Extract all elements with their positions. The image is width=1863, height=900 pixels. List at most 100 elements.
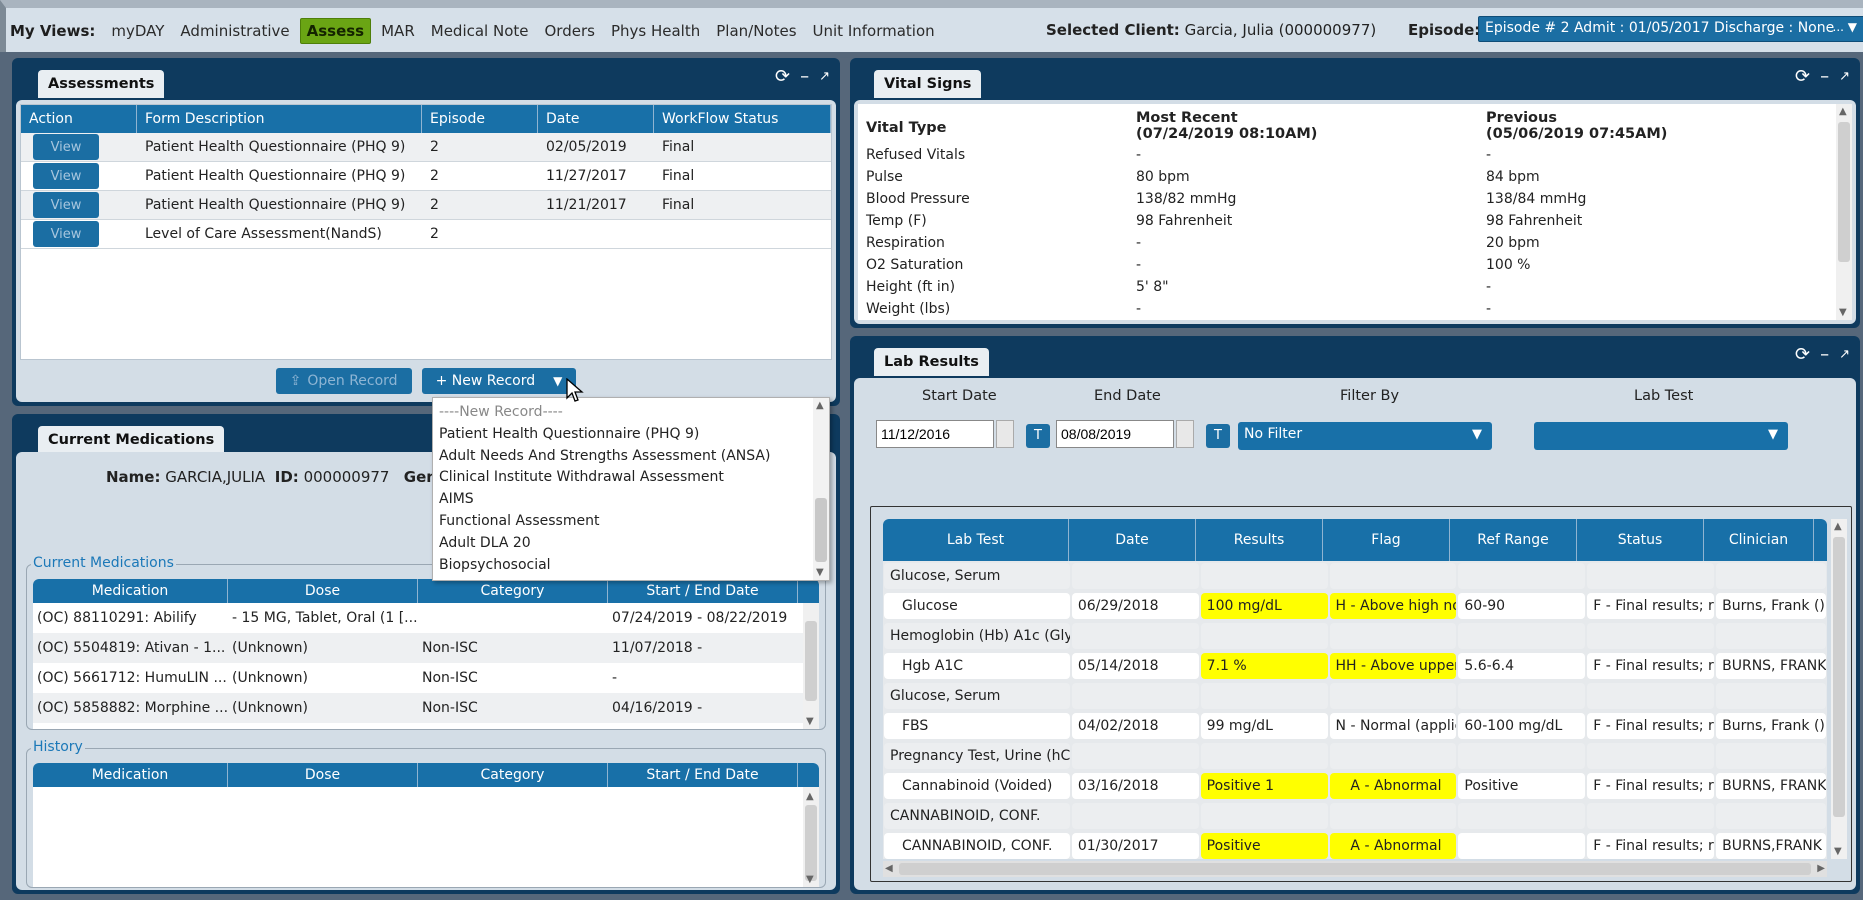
- scroll-down-icon[interactable]: ▼: [816, 567, 824, 578]
- col-start-end-date[interactable]: Start / End Date: [608, 579, 798, 603]
- nav-plan-notes[interactable]: Plan/Notes: [710, 19, 802, 43]
- vital-signs-tab[interactable]: Vital Signs: [874, 70, 982, 98]
- menu-item-placeholder[interactable]: ----New Record----: [433, 402, 829, 424]
- menu-item-biopsychosocial[interactable]: Biopsychosocial: [433, 555, 829, 577]
- menu-item-functional-assessment[interactable]: Functional Assessment: [433, 511, 829, 533]
- col-episode[interactable]: Episode: [422, 105, 538, 133]
- lab-results-hscroll[interactable]: ◀ ▶: [883, 861, 1827, 877]
- table-row[interactable]: View Patient Health Questionnaire (PHQ 9…: [21, 133, 831, 162]
- nav-orders[interactable]: Orders: [539, 19, 601, 43]
- new-record-button[interactable]: + New Record ▼: [421, 368, 577, 394]
- nav-medical-note[interactable]: Medical Note: [425, 19, 535, 43]
- nav-unit-information[interactable]: Unit Information: [807, 19, 941, 43]
- start-date-input[interactable]: [876, 420, 994, 448]
- history-scrollbar[interactable]: ▲ ▼: [803, 787, 819, 887]
- lab-group-row[interactable]: Hemoglobin (Hb) A1c (Glyc: [883, 621, 1827, 651]
- col-lab-test[interactable]: Lab Test: [883, 519, 1069, 561]
- medications-scrollbar[interactable]: ▼: [803, 603, 819, 729]
- view-button[interactable]: View: [33, 221, 99, 247]
- chevron-down-icon[interactable]: ▼: [553, 374, 562, 388]
- table-row[interactable]: (OC) 88110291: Abilify - 15 MG, Tablet, …: [33, 603, 819, 633]
- scroll-thumb[interactable]: [1833, 537, 1845, 817]
- col-medication[interactable]: Medication: [33, 763, 228, 787]
- lab-group-row[interactable]: Glucose, Serum: [883, 561, 1827, 591]
- col-date[interactable]: Date: [538, 105, 654, 133]
- calendar-icon[interactable]: [996, 420, 1014, 448]
- filter-by-select[interactable]: No Filter ▼: [1238, 422, 1492, 450]
- minimize-icon[interactable]: –: [800, 66, 809, 87]
- scroll-thumb[interactable]: [805, 621, 817, 701]
- minimize-icon[interactable]: –: [1820, 66, 1829, 87]
- lab-group-row[interactable]: Glucose, Serum: [883, 681, 1827, 711]
- lab-results-tab[interactable]: Lab Results: [874, 348, 989, 376]
- table-row[interactable]: View Level of Care Assessment(NandS) 2: [21, 220, 831, 249]
- current-medications-tab[interactable]: Current Medications: [38, 426, 225, 454]
- col-flag[interactable]: Flag: [1323, 519, 1450, 561]
- lab-result-row[interactable]: FBS 04/02/2018 99 mg/dL N - Normal (applie 6…: [883, 711, 1827, 741]
- view-button[interactable]: View: [33, 192, 99, 218]
- minimize-icon[interactable]: –: [1820, 344, 1829, 365]
- table-row[interactable]: (OC) 5858882: Morphine ... (Unknown) Non…: [33, 693, 819, 723]
- scroll-up-icon[interactable]: ▲: [1839, 106, 1847, 117]
- end-today-button[interactable]: T: [1206, 424, 1230, 448]
- col-date[interactable]: Date: [1069, 519, 1196, 561]
- col-category[interactable]: Category: [418, 579, 608, 603]
- col-form-description[interactable]: Form Description: [137, 105, 422, 133]
- open-record-button[interactable]: ⇪ Open Record: [275, 368, 412, 394]
- scroll-thumb[interactable]: [899, 863, 1811, 875]
- col-start-end-date[interactable]: Start / End Date: [608, 763, 798, 787]
- menu-item-aims[interactable]: AIMS: [433, 489, 829, 511]
- nav-mar[interactable]: MAR: [375, 19, 421, 43]
- assessments-tab[interactable]: Assessments: [38, 70, 165, 98]
- vitals-scrollbar[interactable]: ▲ ▼: [1836, 104, 1852, 320]
- nav-phys-health[interactable]: Phys Health: [605, 19, 706, 43]
- menu-item-ansa[interactable]: Adult Needs And Strengths Assessment (AN…: [433, 446, 829, 468]
- scroll-thumb[interactable]: [1838, 122, 1850, 262]
- lab-result-row[interactable]: Glucose 06/29/2018 100 mg/dL H - Above high…: [883, 591, 1827, 621]
- col-results[interactable]: Results: [1196, 519, 1323, 561]
- table-row[interactable]: View Patient Health Questionnaire (PHQ 9…: [21, 191, 831, 220]
- col-status[interactable]: Status: [1577, 519, 1704, 561]
- col-dose[interactable]: Dose: [228, 763, 418, 787]
- col-medication[interactable]: Medication: [33, 579, 228, 603]
- lab-test-select[interactable]: ▼: [1534, 422, 1788, 450]
- table-row[interactable]: View Patient Health Questionnaire (PHQ 9…: [21, 162, 831, 191]
- col-clinician[interactable]: Clinician: [1704, 519, 1814, 561]
- lab-result-row[interactable]: Cannabinoid (Voided) 03/16/2018 Positive 1…: [883, 771, 1827, 801]
- scroll-left-icon[interactable]: ◀: [885, 863, 893, 874]
- table-row[interactable]: (OC) 5504819: Ativan - 1... (Unknown) No…: [33, 633, 819, 663]
- col-category[interactable]: Category: [418, 763, 608, 787]
- menu-item-adult-dla-20[interactable]: Adult DLA 20: [433, 533, 829, 555]
- lab-group-row[interactable]: CANNABINOID, CONF.: [883, 801, 1827, 831]
- scroll-thumb[interactable]: [815, 498, 827, 562]
- menu-item-phq9[interactable]: Patient Health Questionnaire (PHQ 9): [433, 424, 829, 446]
- scroll-right-icon[interactable]: ▶: [1817, 863, 1825, 874]
- start-today-button[interactable]: T: [1026, 424, 1050, 448]
- col-ref-range[interactable]: Ref Range: [1450, 519, 1577, 561]
- episode-select[interactable]: Episode # 2 Admit : 01/05/2017 Discharge…: [1478, 16, 1863, 42]
- menu-item-ciwa[interactable]: Clinical Institute Withdrawal Assessment: [433, 467, 829, 489]
- scroll-down-icon[interactable]: ▼: [1834, 846, 1842, 857]
- lab-result-row[interactable]: CANNABINOID, CONF. 01/30/2017 Positive A - …: [883, 831, 1827, 859]
- scroll-down-icon[interactable]: ▼: [806, 874, 814, 885]
- scroll-down-icon[interactable]: ▼: [1839, 307, 1847, 318]
- scroll-up-icon[interactable]: ▲: [816, 400, 824, 411]
- scroll-up-icon[interactable]: ▲: [806, 791, 814, 802]
- refresh-icon[interactable]: ⟳: [1795, 66, 1810, 87]
- scroll-up-icon[interactable]: ▲: [1834, 521, 1842, 532]
- view-button[interactable]: View: [33, 134, 99, 160]
- expand-icon[interactable]: ↗: [819, 69, 830, 84]
- expand-icon[interactable]: ↗: [1839, 69, 1850, 84]
- end-date-input[interactable]: [1056, 420, 1174, 448]
- scroll-down-icon[interactable]: ▼: [806, 716, 814, 727]
- calendar-icon[interactable]: [1176, 420, 1194, 448]
- view-button[interactable]: View: [33, 163, 99, 189]
- refresh-icon[interactable]: ⟳: [1795, 344, 1810, 365]
- nav-administrative[interactable]: Administrative: [174, 19, 295, 43]
- nav-assess[interactable]: Assess: [299, 18, 372, 44]
- lab-results-vscroll[interactable]: ▲ ▼: [1831, 519, 1847, 859]
- lab-group-row[interactable]: Pregnancy Test, Urine (hC: [883, 741, 1827, 771]
- lab-result-row[interactable]: Hgb A1C 05/14/2018 7.1 % HH - Above upper 5.…: [883, 651, 1827, 681]
- expand-icon[interactable]: ↗: [1839, 347, 1850, 362]
- nav-myday[interactable]: myDAY: [105, 19, 170, 43]
